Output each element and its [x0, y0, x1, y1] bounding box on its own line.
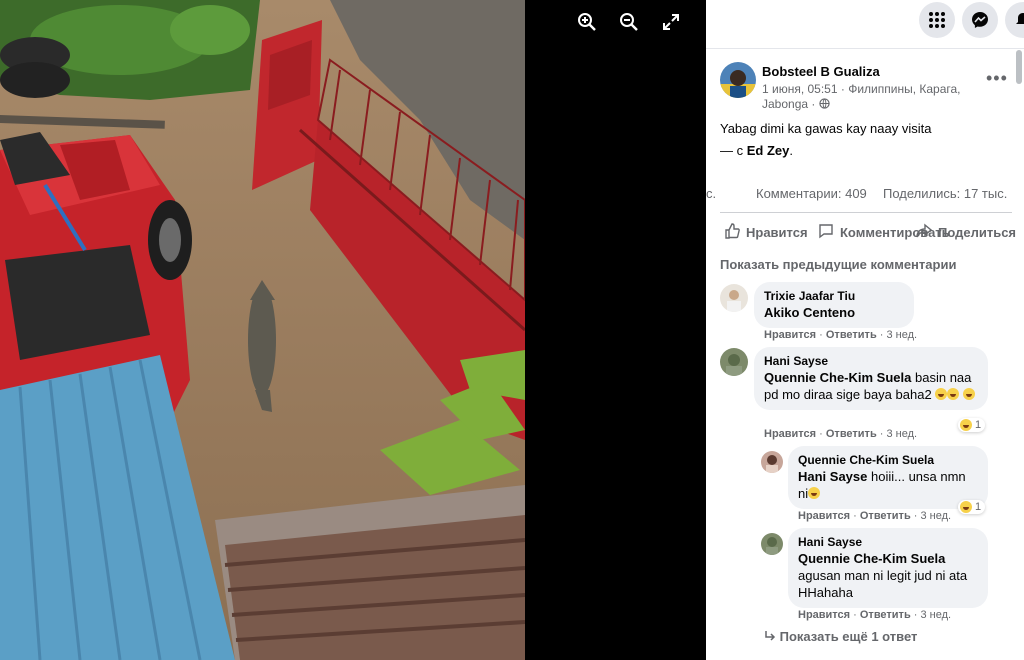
laughing-emoji-icon [962, 388, 975, 400]
post-actions: Нравится Комментировать Поделиться [720, 212, 1016, 251]
share-button[interactable]: Поделиться [916, 223, 1016, 242]
comment-reply-link[interactable]: Ответить [826, 329, 877, 341]
comment-time[interactable]: 3 нед. [887, 428, 918, 440]
post-stats: с. Комментарии: 409 Поделились: 17 тыс. [706, 186, 1024, 204]
like-button[interactable]: Нравится [724, 222, 808, 242]
comment-mention[interactable]: Akiko Centeno [764, 304, 904, 321]
zoom-out-icon[interactable] [617, 10, 641, 34]
comment-bubble: Trixie Jaafar Tiu Akiko Centeno [754, 282, 914, 328]
comments-count[interactable]: Комментарии: 409 [756, 186, 867, 201]
comment-bubble: Hani Sayse Quennie Che-Kim Suela basin n… [754, 347, 988, 410]
comment-reply-link[interactable]: Ответить [826, 428, 877, 440]
reply-like-link[interactable]: Нравится [798, 510, 850, 522]
share-label: Поделиться [938, 224, 1017, 240]
reaction-count: 1 [975, 419, 982, 431]
share-icon [916, 223, 933, 242]
like-label: Нравится [746, 224, 808, 240]
post-meta: 1 июня, 05:51 · Филиппины, Карага, Jabon… [762, 82, 961, 111]
reply-mention[interactable]: Hani Sayse [798, 469, 867, 484]
tagged-suffix: . [789, 143, 793, 158]
notifications-icon[interactable] [1005, 2, 1024, 38]
haha-reaction-icon [960, 419, 972, 431]
post-message: Yabag dimi ka gawas kay naay visita [720, 121, 932, 136]
reply-time[interactable]: 3 нед. [921, 510, 952, 522]
zoom-in-icon[interactable] [575, 10, 599, 34]
comment-icon [818, 223, 834, 242]
comment-reactions[interactable]: 1 [958, 418, 986, 432]
reply-arrow-icon [764, 629, 776, 644]
reply-actions: Нравится · Ответить · 3 нед. [798, 609, 952, 621]
post-date[interactable]: 1 июня, 05:51 [762, 82, 838, 96]
globe-icon [819, 97, 830, 111]
comment-mention[interactable]: Quennie Che-Kim Suela [764, 370, 911, 385]
more-options-icon[interactable]: ••• [986, 68, 1008, 89]
reply-time[interactable]: 3 нед. [921, 609, 952, 621]
comment-actions: Нравится · Ответить · 3 нед. [764, 428, 918, 440]
comment-actions: Нравится · Ответить · 3 нед. [764, 329, 918, 341]
reply-actions: Нравится · Ответить · 3 нед. [798, 510, 952, 522]
post-tagged: — с Ed Zey. [720, 140, 1010, 162]
reply-text: agusan man ni legit jud ni ata HHahaha [798, 568, 968, 600]
tagged-person[interactable]: Ed Zey [747, 143, 790, 158]
reply-reply-link[interactable]: Ответить [860, 510, 911, 522]
haha-reaction-icon [960, 501, 972, 513]
post-photo [0, 0, 525, 660]
menu-grid-icon[interactable] [919, 2, 955, 38]
scrollbar[interactable] [1016, 50, 1022, 84]
reply-author[interactable]: Hani Sayse [798, 534, 978, 550]
commenter-avatar[interactable] [720, 284, 748, 312]
post-details-panel: Bobsteel B Gualiza 1 июня, 05:51 · Филип… [706, 0, 1024, 660]
messenger-icon[interactable] [962, 2, 998, 38]
reactions-count-fragment[interactable]: с. [706, 186, 716, 201]
expand-icon[interactable] [659, 10, 683, 34]
comment-author[interactable]: Trixie Jaafar Tiu [764, 288, 904, 304]
reply-bubble: Hani Sayse Quennie Che-Kim Suela agusan … [788, 528, 988, 608]
reply-mention[interactable]: Quennie Che-Kim Suela [798, 550, 978, 567]
commenter-avatar[interactable] [761, 451, 783, 473]
comment-author[interactable]: Hani Sayse [764, 353, 978, 369]
reply-like-link[interactable]: Нравится [798, 609, 850, 621]
post-text: Yabag dimi ka gawas kay naay visita — с … [720, 118, 1010, 162]
laughing-emoji-icon [947, 388, 960, 400]
laughing-emoji-icon [935, 388, 948, 400]
thumbs-up-icon [724, 222, 740, 242]
top-bar [706, 0, 1024, 49]
post-author-name[interactable]: Bobsteel B Gualiza [762, 64, 880, 79]
reply-author[interactable]: Quennie Che-Kim Suela [798, 452, 978, 468]
comment-like-link[interactable]: Нравится [764, 428, 816, 440]
photo-viewer-toolbar [575, 10, 683, 34]
reply-reply-link[interactable]: Ответить [860, 609, 911, 621]
commenter-avatar[interactable] [761, 533, 783, 555]
author-avatar[interactable] [720, 62, 756, 98]
show-previous-comments[interactable]: Показать предыдущие комментарии [720, 257, 956, 272]
comment-like-link[interactable]: Нравится [764, 329, 816, 341]
comment-time[interactable]: 3 нед. [887, 329, 918, 341]
tagged-prefix: — с [720, 143, 744, 158]
reply-bubble: Quennie Che-Kim Suela Hani Sayse hoiii..… [788, 446, 988, 509]
shares-count[interactable]: Поделились: 17 тыс. [883, 186, 1007, 201]
show-more-replies[interactable]: Показать ещё 1 ответ [764, 629, 917, 644]
flood-crocodile-photo [0, 0, 525, 660]
show-more-replies-label: Показать ещё 1 ответ [779, 629, 918, 644]
commenter-avatar[interactable] [720, 348, 748, 376]
reply-reactions[interactable]: 1 [958, 500, 986, 514]
laughing-emoji-icon [808, 487, 821, 499]
reaction-count: 1 [975, 501, 982, 513]
